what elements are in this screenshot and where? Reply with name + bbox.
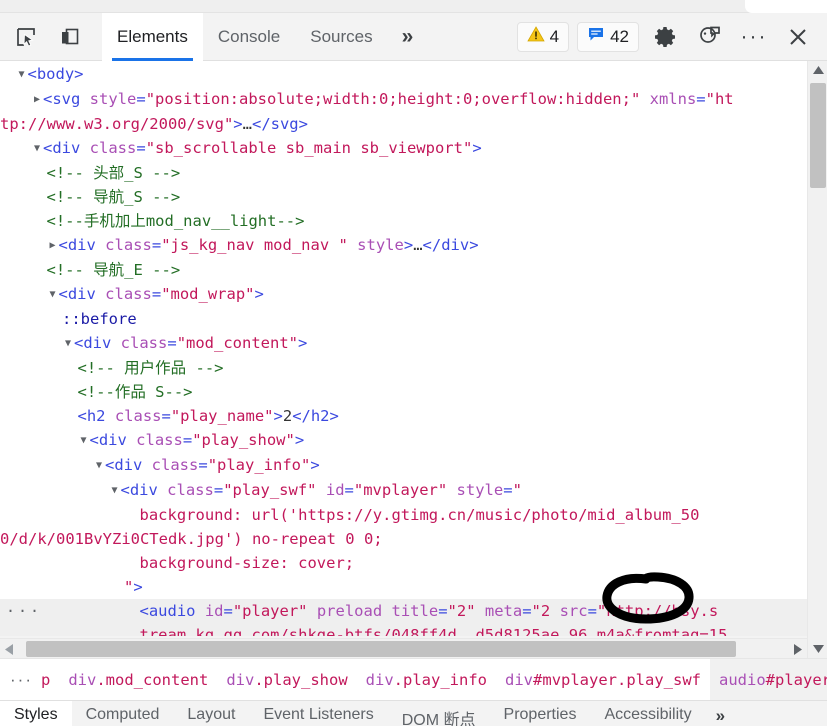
breadcrumb-tag: div xyxy=(68,670,97,689)
scroll-right-arrow-icon[interactable] xyxy=(789,639,807,659)
twisty-open-icon[interactable]: ▼ xyxy=(31,137,43,161)
scroll-down-arrow-icon[interactable] xyxy=(808,640,827,658)
dom-node-row[interactable]: ▼ <div class="play_show"> xyxy=(0,428,807,453)
more-options-label: ··· xyxy=(740,25,768,48)
sidebar-pane-tabs[interactable]: Styles Computed Layout Event Listeners DOM 断… xyxy=(0,700,827,726)
twisty-open-icon[interactable]: ▼ xyxy=(93,454,105,478)
feedback-smiley-icon[interactable] xyxy=(689,17,731,57)
pane-tab-accessibility[interactable]: Accessibility xyxy=(590,701,705,726)
scroll-up-arrow-icon[interactable] xyxy=(808,61,827,79)
breadcrumb-item-play-info[interactable]: div. play_info xyxy=(357,659,496,700)
twisty-open-icon[interactable]: ▼ xyxy=(109,479,121,503)
dom-node-row[interactable]: <!-- 头部_S --> xyxy=(0,161,807,185)
breadcrumb-name: mod_content xyxy=(105,670,209,689)
pane-tab-styles[interactable]: Styles xyxy=(0,701,72,726)
breadcrumb-overflow-left[interactable]: ··· xyxy=(0,659,41,700)
breadcrumb-separator: # xyxy=(533,670,543,689)
dom-node-row[interactable]: ▼ <body> xyxy=(0,62,807,87)
node-overflow-dots[interactable]: ··· xyxy=(6,599,42,623)
message-icon xyxy=(587,25,605,48)
window-corner-notch xyxy=(745,0,827,13)
tab-sources[interactable]: Sources xyxy=(295,13,387,61)
dom-node-row[interactable]: ▼ <div class="mod_content"> xyxy=(0,331,807,356)
more-tabs-chevron-icon[interactable]: » xyxy=(388,13,428,61)
dom-node-row[interactable]: ▶ <div class="js_kg_nav mod_nav " style>…… xyxy=(0,233,807,258)
message-count-value: 42 xyxy=(610,27,629,46)
dom-node-row[interactable]: ▼ <div class="play_swf" id="mvplayer" sty… xyxy=(0,478,807,503)
dom-node-row[interactable]: 0/d/k/001BvYZi0CTedk.jpg') no-repeat 0 0… xyxy=(0,527,807,551)
gear-icon[interactable] xyxy=(645,17,687,57)
breadcrumb-tag: div xyxy=(365,670,394,689)
scroll-left-arrow-icon[interactable] xyxy=(0,639,18,659)
more-options-icon[interactable]: ··· xyxy=(733,17,775,57)
breadcrumb-separator: . xyxy=(96,670,106,689)
tab-console[interactable]: Console xyxy=(203,13,295,61)
pane-tab-properties[interactable]: Properties xyxy=(490,701,591,726)
breadcrumb-name: player xyxy=(775,670,827,689)
device-toolbar-icon[interactable] xyxy=(50,17,90,57)
tab-elements[interactable]: Elements xyxy=(102,12,203,61)
horizontal-scrollbar-thumb[interactable] xyxy=(26,641,736,657)
warning-icon xyxy=(526,25,545,48)
breadcrumb-tag: div xyxy=(226,670,255,689)
dom-node-row[interactable]: <!-- 导航_E --> xyxy=(0,258,807,282)
dom-node-row[interactable]: ::before xyxy=(0,307,807,331)
dom-node-row[interactable]: ▼ <div class="mod_wrap"> xyxy=(0,282,807,307)
breadcrumb-name: play_info xyxy=(403,670,488,689)
pane-tab-layout[interactable]: Layout xyxy=(173,701,249,726)
dom-node-row[interactable]: <!-- 导航_S --> xyxy=(0,185,807,209)
devtools-panel-tabs: Elements Console Sources » xyxy=(102,12,428,61)
dom-node-row[interactable]: background: url('https://y.gtimg.cn/musi… xyxy=(0,503,807,527)
twisty-open-icon[interactable]: ▼ xyxy=(16,63,28,87)
breadcrumb-name: mvplayer.play_swf xyxy=(542,670,701,689)
breadcrumb[interactable]: ··· p div. mod_content div. play_show div. play… xyxy=(0,658,827,700)
twisty-closed-icon[interactable]: ▶ xyxy=(47,234,59,258)
dom-node-row[interactable]: ▼ <div class="sb_scrollable sb_main sb_vi… xyxy=(0,136,807,161)
breadcrumb-tag: audio xyxy=(719,670,766,689)
breadcrumb-name: play_show xyxy=(263,670,348,689)
devtools-window: Elements Console Sources » 4 42 ··· ▼ <b… xyxy=(0,0,827,726)
devtools-toolbar: Elements Console Sources » 4 42 ··· xyxy=(0,12,827,61)
close-icon[interactable] xyxy=(777,17,819,57)
dom-tree-horizontal-scrollbar[interactable] xyxy=(0,638,807,658)
breadcrumb-separator: . xyxy=(393,670,404,689)
dom-node-row[interactable]: background-size: cover; xyxy=(0,551,807,575)
dom-tree-vertical-scrollbar[interactable] xyxy=(807,61,827,658)
warning-count-button[interactable]: 4 xyxy=(516,21,570,52)
breadcrumb-item-player[interactable]: audio # player xyxy=(710,659,827,700)
dom-node-row-selected[interactable]: ··· <audio id="player" preload title="2" … xyxy=(0,599,807,636)
pane-tabs-more-icon[interactable]: » xyxy=(706,701,735,726)
pane-tab-dom---[interactable]: DOM 断点 xyxy=(388,701,490,726)
browser-window-edge xyxy=(0,0,827,13)
dom-node-row[interactable]: "> xyxy=(0,575,807,599)
pane-tab-event-listeners[interactable]: Event Listeners xyxy=(249,701,387,726)
dom-node-row[interactable]: <!--手机加上mod_nav__light--> xyxy=(0,209,807,233)
twisty-closed-icon[interactable]: ▶ xyxy=(31,88,43,112)
message-count-button[interactable]: 42 xyxy=(577,21,639,52)
breadcrumb-separator: . xyxy=(254,670,264,689)
twisty-open-icon[interactable]: ▼ xyxy=(47,283,59,307)
twisty-open-icon[interactable]: ▼ xyxy=(62,332,74,356)
inspect-element-icon[interactable] xyxy=(6,17,46,57)
pane-tab-computed[interactable]: Computed xyxy=(72,701,174,726)
breadcrumb-item-mvplayer-play-swf[interactable]: div # mvplayer.play_swf xyxy=(496,659,710,700)
dom-node-row[interactable]: ▶ <svg style="position:absolute;width:0;h… xyxy=(0,87,807,112)
breadcrumb-separator: # xyxy=(765,670,776,689)
dom-node-row[interactable]: <!-- 用户作品 --> xyxy=(0,356,807,380)
dom-node-row[interactable]: <!--作品 S--> xyxy=(0,380,807,404)
twisty-open-icon[interactable]: ▼ xyxy=(78,429,90,453)
breadcrumb-item-clipped[interactable]: p xyxy=(41,659,59,700)
dom-node-row[interactable]: ▼ <div class="play_info"> xyxy=(0,453,807,478)
breadcrumb-item-mod-content[interactable]: div. mod_content xyxy=(59,659,217,700)
warning-count-value: 4 xyxy=(549,27,560,46)
toolbar-right-icons: ··· xyxy=(645,17,819,57)
issue-counters: 4 42 xyxy=(516,21,639,52)
vertical-scrollbar-thumb[interactable] xyxy=(810,83,826,188)
dom-tree-panel[interactable]: ▼ <body> ▶ <svg style="position:absolute;wi… xyxy=(0,61,807,636)
dom-node-row[interactable]: tp://www.w3.org/2000/svg">…</svg> xyxy=(0,112,807,136)
breadcrumb-tag: div xyxy=(505,670,534,689)
breadcrumb-item-play-show[interactable]: div. play_show xyxy=(217,659,356,700)
dom-node-row[interactable]: <h2 class="play_name">2</h2> xyxy=(0,404,807,428)
dom-tree[interactable]: ▼ <body> ▶ <svg style="position:absolute;wi… xyxy=(0,61,807,636)
